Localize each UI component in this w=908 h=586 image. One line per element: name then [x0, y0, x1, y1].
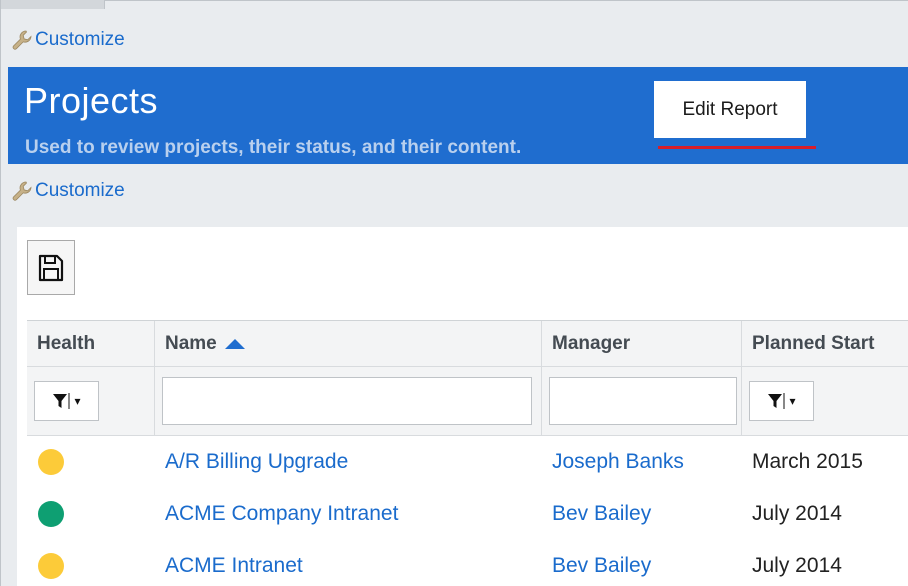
manager-cell: Bev Bailey — [542, 554, 742, 578]
customize-link-top[interactable]: Customize — [11, 29, 125, 51]
name-cell: A/R Billing Upgrade — [155, 450, 542, 474]
column-header-manager[interactable]: Manager — [542, 321, 742, 366]
health-cell — [27, 449, 155, 475]
grid-filter-row: ▾ ▾ — [27, 367, 908, 436]
filter-funnel-icon — [768, 393, 785, 409]
project-name-link[interactable]: ACME Intranet — [165, 554, 303, 578]
name-cell: ACME Intranet — [155, 554, 542, 578]
projects-grid: Health Name Manager Planned Start ▾ ▾ A/… — [27, 320, 908, 586]
column-header-label: Health — [37, 332, 96, 354]
project-name-link[interactable]: ACME Company Intranet — [165, 502, 398, 526]
filter-cell-health: ▾ — [27, 367, 155, 435]
grid-header-row: Health Name Manager Planned Start — [27, 321, 908, 367]
manager-link[interactable]: Joseph Banks — [552, 450, 684, 474]
customize-link-section[interactable]: Customize — [11, 180, 125, 202]
edit-report-button[interactable]: Edit Report — [654, 81, 806, 138]
health-status-icon — [38, 553, 64, 579]
manager-link[interactable]: Bev Bailey — [552, 502, 651, 526]
chevron-down-icon: ▾ — [789, 394, 796, 408]
page-title: Projects — [24, 80, 159, 121]
planned-start-cell: March 2015 — [752, 450, 863, 473]
chevron-down-icon: ▾ — [74, 394, 81, 408]
planned-start-cell: July 2014 — [752, 502, 842, 525]
sort-ascending-icon — [224, 338, 245, 349]
health-cell — [27, 553, 155, 579]
name-cell: ACME Company Intranet — [155, 502, 542, 526]
planned-start-filter-dropdown[interactable]: ▾ — [749, 381, 814, 421]
table-row[interactable]: ACME Company Intranet Bev Bailey July 20… — [27, 488, 908, 540]
filter-cell-manager — [542, 367, 742, 435]
manager-cell: Bev Bailey — [542, 502, 742, 526]
save-button[interactable] — [27, 240, 75, 295]
page-subtitle: Used to review projects, their status, a… — [25, 137, 522, 158]
floppy-disk-icon — [38, 254, 64, 281]
page-header-banner: Projects Used to review projects, their … — [8, 67, 908, 164]
column-header-planned-start[interactable]: Planned Start — [742, 321, 908, 366]
wrench-icon — [12, 30, 32, 50]
customize-label: Customize — [35, 180, 125, 201]
health-status-icon — [38, 501, 64, 527]
column-header-name[interactable]: Name — [155, 321, 542, 366]
filter-cell-planned-start: ▾ — [742, 367, 908, 435]
filter-cell-name — [155, 367, 542, 435]
column-header-health[interactable]: Health — [27, 321, 155, 366]
column-header-label: Name — [165, 332, 217, 354]
manager-filter-input[interactable] — [549, 377, 737, 425]
name-filter-input[interactable] — [162, 377, 532, 425]
manager-cell: Joseph Banks — [542, 450, 742, 474]
planned-start-cell: July 2014 — [752, 554, 842, 577]
health-cell — [27, 501, 155, 527]
manager-link[interactable]: Bev Bailey — [552, 554, 651, 578]
table-row[interactable]: A/R Billing Upgrade Joseph Banks March 2… — [27, 436, 908, 488]
highlight-underline — [658, 146, 816, 149]
customize-label: Customize — [35, 29, 125, 50]
health-status-icon — [38, 449, 64, 475]
report-panel: Health Name Manager Planned Start ▾ ▾ A/… — [17, 227, 908, 586]
column-header-label: Manager — [552, 332, 631, 354]
column-header-label: Planned Start — [752, 332, 875, 354]
project-name-link[interactable]: A/R Billing Upgrade — [165, 450, 348, 474]
filter-funnel-icon — [53, 393, 70, 409]
table-row[interactable]: ACME Intranet Bev Bailey July 2014 — [27, 540, 908, 586]
wrench-icon — [12, 181, 32, 201]
top-tab-strip — [1, 0, 105, 9]
health-filter-dropdown[interactable]: ▾ — [34, 381, 99, 421]
page-frame: Customize Projects Used to review projec… — [0, 0, 908, 586]
